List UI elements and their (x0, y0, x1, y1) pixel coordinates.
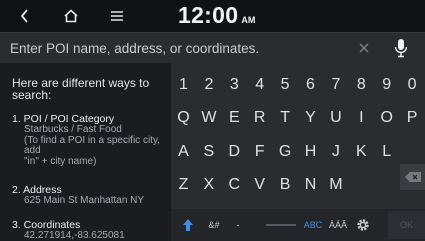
help-item-address: 2. Address 625 Main St Manhattan NY (12, 185, 170, 207)
key-7[interactable]: 7 (323, 70, 348, 100)
key-q[interactable]: Q (171, 103, 196, 133)
key-f[interactable]: F (247, 137, 272, 167)
search-help-panel: Here are different ways to search: 1. PO… (0, 63, 171, 241)
clock: 12:00 AM (178, 2, 255, 29)
menu-icon (111, 11, 123, 21)
key-i[interactable]: I (349, 103, 374, 133)
help-item-poi: 1. POI / POI Category Starbucks / Fast F… (12, 114, 170, 167)
menu-button[interactable] (104, 3, 130, 29)
key-a[interactable]: A (171, 137, 196, 167)
backspace-key[interactable] (400, 164, 425, 190)
key-0[interactable]: 0 (400, 70, 425, 100)
navigation-search-screen: 12:00AM Here are different ways to searc… (0, 0, 425, 241)
search-bar (0, 32, 425, 63)
help-intro: Here are different ways to search: (12, 76, 150, 102)
close-icon (359, 43, 369, 53)
key-4[interactable]: 4 (247, 70, 272, 100)
key-d[interactable]: D (222, 137, 247, 167)
shift-key[interactable] (179, 215, 197, 235)
help-item-coordinates: 3. Coordinates 42.271914,-83.625081 (12, 220, 170, 241)
space-key[interactable] (266, 224, 296, 226)
key-j[interactable]: J (323, 137, 348, 167)
top-bar: 12:00 AM (0, 0, 425, 32)
key-t[interactable]: T (273, 103, 298, 133)
key-3[interactable]: 3 (222, 70, 247, 100)
home-button[interactable] (58, 3, 84, 29)
gear-icon (357, 219, 369, 231)
key-p[interactable]: P (400, 103, 425, 133)
key-9[interactable]: 9 (374, 70, 399, 100)
key-e[interactable]: E (222, 103, 247, 133)
key-r[interactable]: R (247, 103, 272, 133)
help-item-line: (To find a POI in a specific city, add (24, 134, 160, 156)
key-c[interactable]: C (222, 170, 247, 200)
key-x[interactable]: X (196, 170, 221, 200)
key-b[interactable]: B (273, 170, 298, 200)
backspace-icon (404, 172, 421, 182)
ok-button[interactable]: OK (388, 211, 425, 239)
chevron-left-icon (20, 9, 28, 23)
key-n[interactable]: N (298, 170, 323, 200)
clock-ampm: AM (241, 15, 256, 25)
key-w[interactable]: W (196, 103, 221, 133)
key-5[interactable]: 5 (273, 70, 298, 100)
home-icon (64, 9, 78, 23)
key-8[interactable]: 8 (349, 70, 374, 100)
key-g[interactable]: G (273, 137, 298, 167)
shift-arrow-icon (183, 219, 193, 231)
keyboard: 1234567890 QWERTYUIOP ASDFGHJKL ZXCVBNM &# … (171, 63, 425, 241)
key-o[interactable]: O (374, 103, 399, 133)
clock-time: 12:00 (178, 2, 239, 28)
key-v[interactable]: V (247, 170, 272, 200)
accent-mode-key[interactable]: ÀÁÂ (327, 215, 349, 235)
dash-key[interactable]: - (231, 215, 245, 235)
key-k[interactable]: K (349, 137, 374, 167)
key-u[interactable]: U (323, 103, 348, 133)
search-input[interactable] (0, 33, 378, 63)
keyboard-bottom-row: &# - ABC ÀÁÂ OK (171, 209, 425, 241)
key-z[interactable]: Z (171, 170, 196, 200)
microphone-icon (394, 39, 408, 58)
help-item-line: "in" + city name) (24, 155, 97, 167)
key-y[interactable]: Y (298, 103, 323, 133)
key-6[interactable]: 6 (298, 70, 323, 100)
back-button[interactable] (12, 3, 38, 29)
help-item-line: Starbucks / Fast Food (24, 124, 122, 135)
symbols-key[interactable]: &# (204, 215, 224, 235)
keyboard-settings-button[interactable] (353, 215, 373, 235)
abc-mode-key[interactable]: ABC (302, 215, 324, 235)
voice-search-button[interactable] (386, 36, 416, 60)
help-item-line: 625 Main St Manhattan NY (24, 195, 145, 206)
key-s[interactable]: S (196, 137, 221, 167)
clear-button[interactable] (354, 38, 374, 58)
key-l[interactable]: L (374, 137, 399, 167)
key-m[interactable]: M (323, 170, 348, 200)
key-h[interactable]: H (298, 137, 323, 167)
key-1[interactable]: 1 (171, 70, 196, 100)
help-item-line: 42.271914,-83.625081 (24, 230, 125, 241)
key-2[interactable]: 2 (196, 70, 221, 100)
